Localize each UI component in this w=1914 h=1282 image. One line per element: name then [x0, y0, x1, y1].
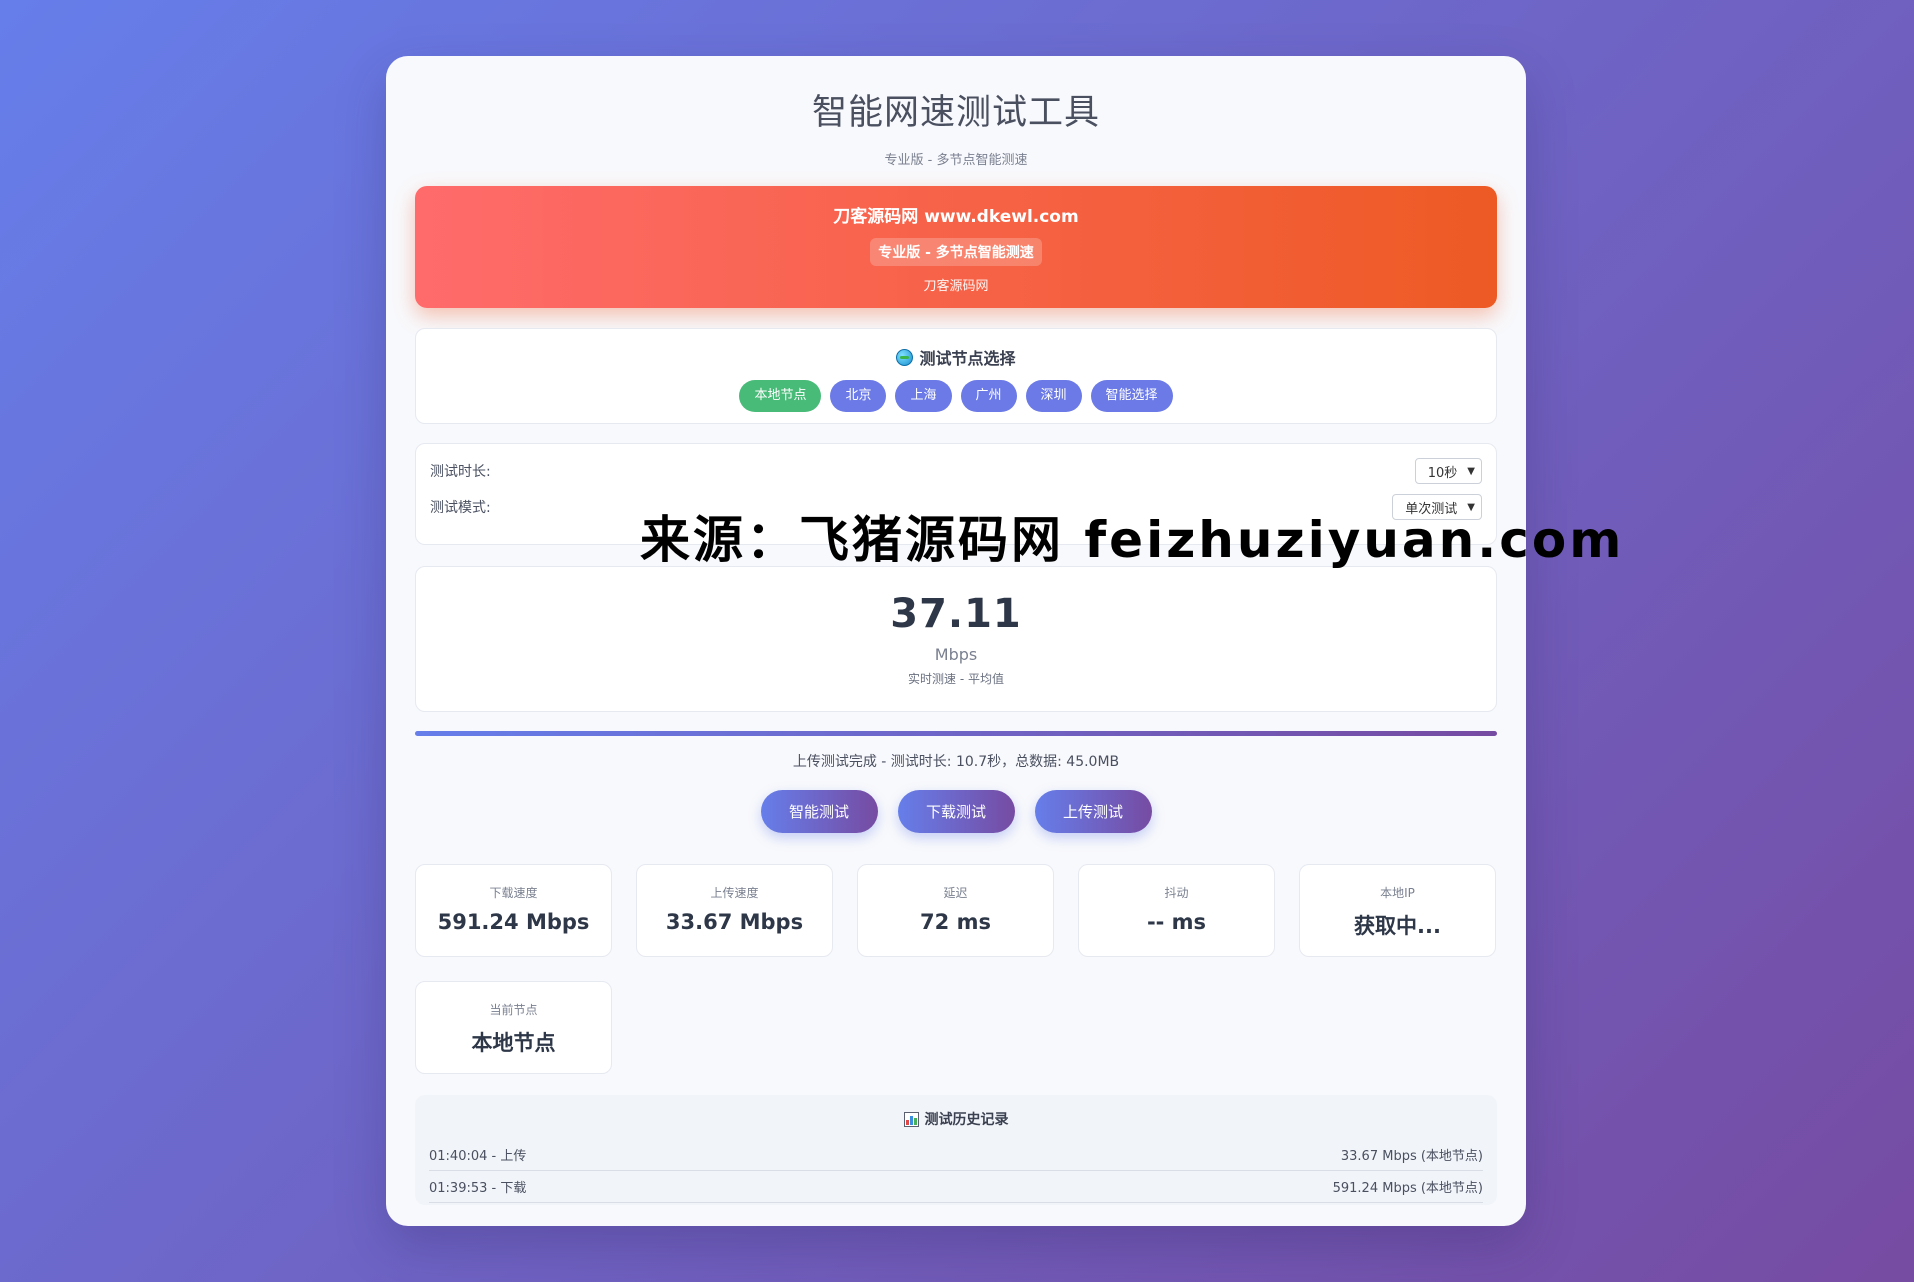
node-selector: 测试节点选择 本地节点 北京 上海 广州 深圳 智能选择	[415, 328, 1497, 424]
stat-value: -- ms	[1146, 910, 1207, 934]
history-row-result: 591.24 Mbps (本地节点)	[1332, 1181, 1483, 1196]
speed-note: 实时测速 - 平均值	[908, 672, 1004, 686]
speed-unit: Mbps	[934, 645, 978, 664]
node-button-guangzhou[interactable]: 广州	[960, 379, 1017, 412]
status-text: 上传测试完成 - 测试时长: 10.7秒，总数据: 45.0MB	[792, 754, 1120, 770]
mode-label: 测试模式:	[430, 500, 491, 516]
action-buttons: 智能测试 下载测试 上传测试	[415, 790, 1497, 833]
history-row-result: 33.67 Mbps (本地节点)	[1340, 1149, 1483, 1164]
history-row: 01:40:04 - 上传 33.67 Mbps (本地节点)	[429, 1139, 1483, 1171]
stats-grid: 下载速度 591.24 Mbps 上传速度 33.67 Mbps 延迟 72 m…	[415, 864, 1497, 1074]
node-selector-label: 测试节点选择	[919, 349, 1016, 368]
source-watermark: 来源：飞猪源码网 feizhuziyuan.com	[640, 511, 1625, 569]
node-list: 本地节点 北京 上海 广州 深圳 智能选择	[416, 379, 1496, 412]
progress-bar-fill	[415, 731, 1497, 736]
node-selector-title: 测试节点选择	[896, 345, 1016, 369]
bar-chart-icon	[903, 1111, 919, 1127]
banner-badge: 专业版 - 多节点智能测速	[870, 238, 1042, 266]
progress-bar	[415, 731, 1497, 736]
stat-card-latency: 延迟 72 ms	[857, 864, 1054, 957]
test-history: 测试历史记录 01:40:04 - 上传 33.67 Mbps (本地节点) 0…	[415, 1095, 1497, 1205]
stat-value: 本地节点	[471, 1031, 556, 1055]
promo-banner: 刀客源码网 www.dkewl.com 专业版 - 多节点智能测速 刀客源码网	[415, 186, 1497, 308]
stat-label: 抖动	[1164, 886, 1189, 900]
history-row: 01:39:53 - 下载 591.24 Mbps (本地节点)	[429, 1171, 1483, 1203]
stat-card-download: 下载速度 591.24 Mbps	[415, 864, 612, 957]
duration-label: 测试时长:	[430, 464, 491, 480]
history-row-time: 01:40:04 - 上传	[429, 1149, 527, 1164]
stat-label: 本地IP	[1380, 886, 1415, 900]
banner-site-text: 刀客源码网 www.dkewl.com	[833, 207, 1079, 227]
speedtest-card: 智能网速测试工具 专业版 - 多节点智能测速 刀客源码网 www.dkewl.c…	[386, 56, 1526, 1226]
stat-card-upload: 上传速度 33.67 Mbps	[636, 864, 833, 957]
history-row-time: 01:39:53 - 下载	[429, 1181, 527, 1196]
stat-value: 获取中...	[1354, 914, 1441, 938]
duration-select[interactable]: 10秒 ▼	[1414, 458, 1482, 484]
stat-card-jitter: 抖动 -- ms	[1078, 864, 1275, 957]
history-list: 01:40:04 - 上传 33.67 Mbps (本地节点) 01:39:53…	[429, 1139, 1483, 1203]
history-title: 测试历史记录	[429, 1109, 1483, 1129]
page-title: 智能网速测试工具	[811, 93, 1100, 133]
speed-display: 37.11 Mbps 实时测速 - 平均值	[415, 566, 1497, 712]
banner-subtext: 刀客源码网	[923, 279, 989, 294]
stat-card-current-node: 当前节点 本地节点	[415, 981, 612, 1074]
stat-value: 72 ms	[920, 910, 991, 934]
stat-label: 当前节点	[489, 1003, 538, 1017]
smart-test-button[interactable]: 智能测试	[760, 790, 878, 833]
duration-setting-row: 测试时长: 10秒 ▼	[430, 456, 1482, 486]
download-test-button[interactable]: 下载测试	[897, 790, 1015, 833]
stat-label: 下载速度	[489, 886, 538, 900]
node-button-local[interactable]: 本地节点	[739, 379, 822, 412]
speed-value: 37.11	[890, 591, 1022, 637]
node-button-smart[interactable]: 智能选择	[1090, 379, 1173, 412]
globe-icon	[896, 348, 914, 366]
stat-card-local-ip: 本地IP 获取中...	[1299, 864, 1496, 957]
stat-value: 33.67 Mbps	[665, 910, 804, 934]
duration-select-value: 10秒	[1427, 465, 1458, 481]
node-button-shenzhen[interactable]: 深圳	[1025, 379, 1082, 412]
page-subtitle: 专业版 - 多节点智能测速	[884, 153, 1028, 168]
stat-label: 延迟	[943, 886, 968, 900]
history-title-label: 测试历史记录	[924, 1112, 1009, 1128]
chevron-down-icon: ▼	[1467, 465, 1475, 477]
upload-test-button[interactable]: 上传测试	[1034, 790, 1152, 833]
stat-value: 591.24 Mbps	[437, 910, 590, 934]
node-button-shanghai[interactable]: 上海	[895, 379, 952, 412]
stat-label: 上传速度	[710, 886, 759, 900]
node-button-beijing[interactable]: 北京	[830, 379, 887, 412]
